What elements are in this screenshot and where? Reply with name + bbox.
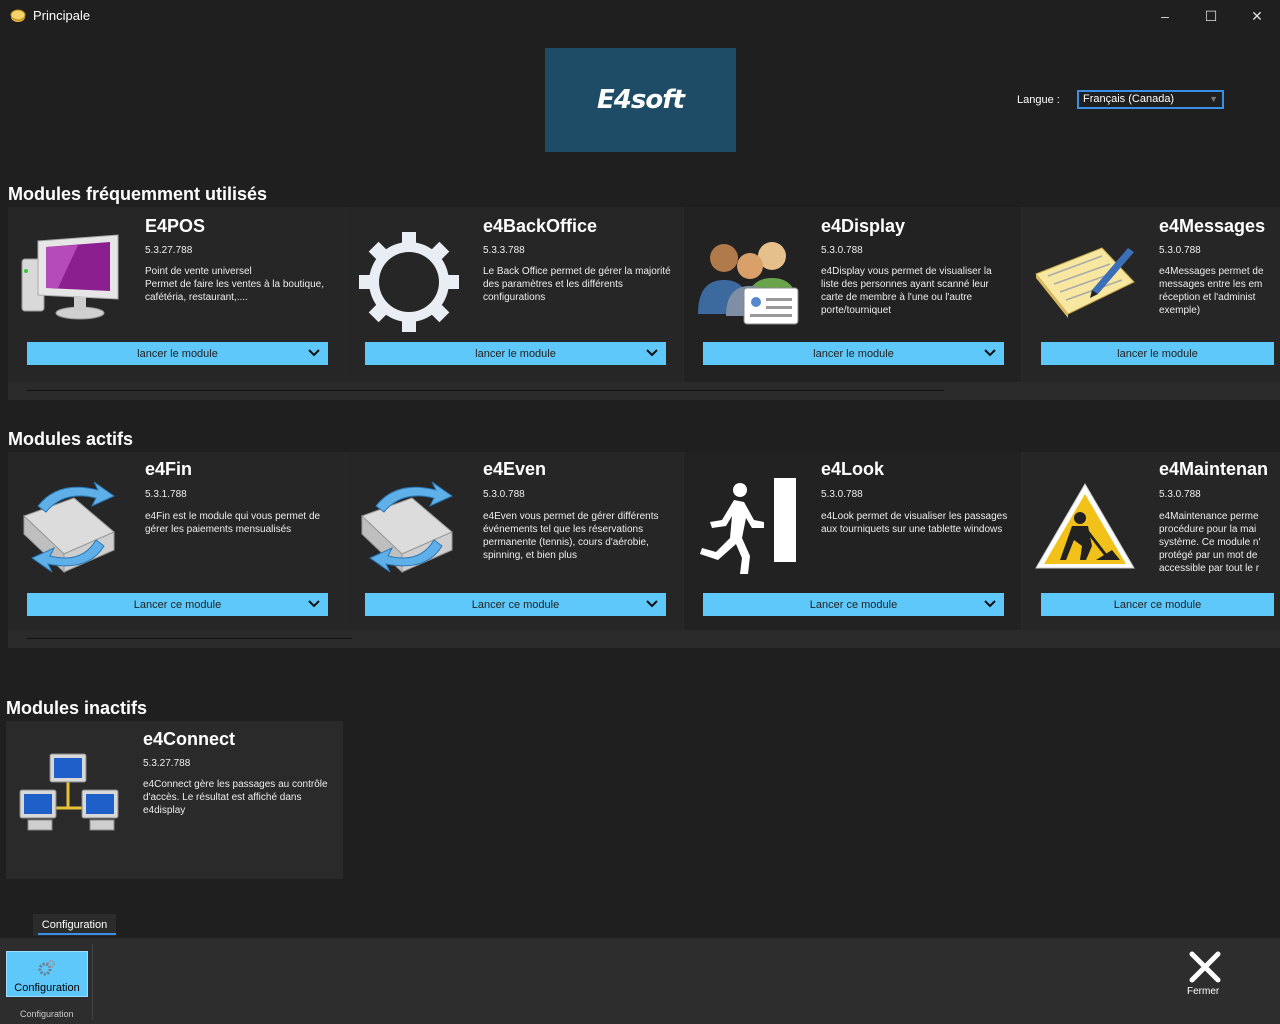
close-icon: ✕ [1251, 7, 1263, 24]
chevron-down-icon [984, 597, 996, 612]
ribbon-panel [0, 938, 1280, 1024]
launch-module-label: Lancer ce module [809, 598, 898, 611]
module-version: 5.3.27.788 [145, 245, 193, 256]
minimize-icon: – [1161, 8, 1169, 24]
section-title-inactive: Modules inactifs [6, 698, 148, 718]
launch-module-button[interactable]: lancer le module [27, 342, 328, 365]
launch-module-button[interactable]: Lancer ce module [1041, 593, 1274, 616]
module-version: 5.3.0.788 [1159, 489, 1201, 500]
chevron-down-icon [308, 346, 320, 361]
module-version: 5.3.0.788 [483, 489, 525, 500]
chevron-down-icon: ▼ [1209, 94, 1218, 104]
notepad-icon [1032, 238, 1138, 322]
configuration-button[interactable]: Configuration [6, 951, 88, 997]
scrollbar-track[interactable] [27, 390, 944, 391]
module-description: e4Fin est le module qui vous permet de g… [145, 511, 321, 535]
app-icon [10, 8, 26, 24]
section-title-frequent: Modules fréquemment utilisés [8, 184, 268, 204]
launch-module-label: lancer le module [137, 347, 218, 360]
chevron-down-icon [646, 597, 658, 612]
monitor-icon [18, 233, 124, 325]
chevron-down-icon [646, 346, 658, 361]
module-description: e4Connect gère les passages au contrôle … [143, 779, 328, 816]
ribbon-group-label: Configuration [20, 1009, 74, 1019]
launch-module-label: Lancer ce module [133, 598, 222, 611]
language-label: Langue : [1017, 94, 1060, 106]
close-icon [1188, 950, 1222, 989]
title-bar [0, 0, 1280, 32]
mail-sync-icon [356, 476, 462, 576]
tab-configuration-label: Configuration [41, 919, 108, 931]
module-description: e4Even vous permet de gérer différents é… [483, 511, 659, 561]
module-description: Le Back Office permet de gérer la majori… [483, 266, 671, 303]
launch-module-label: lancer le module [475, 347, 556, 360]
language-select[interactable]: Français (Canada) ▼ [1077, 90, 1224, 109]
module-description: e4Look permet de visualiser les passages… [821, 511, 1008, 535]
module-version: 5.3.1.788 [145, 489, 187, 500]
company-logo: E4soft [545, 48, 736, 152]
configuration-button-label: Configuration [14, 982, 80, 994]
launch-module-label: Lancer ce module [1113, 598, 1202, 611]
module-title: e4Connect [143, 729, 236, 749]
logo-text: E4soft [597, 85, 685, 115]
module-description: e4Messages permet de messages entre les … [1159, 266, 1264, 316]
module-version: 5.3.27.788 [143, 758, 191, 769]
tab-configuration[interactable]: Configuration [33, 914, 116, 936]
tab-underline [38, 933, 116, 935]
section-title-active: Modules actifs [8, 429, 134, 449]
launch-module-button[interactable]: Lancer ce module [27, 593, 328, 616]
module-title: e4Even [483, 459, 547, 479]
gear-icon [358, 232, 460, 332]
module-title: e4Fin [145, 459, 193, 479]
launch-module-button[interactable]: lancer le module [365, 342, 666, 365]
launch-module-button[interactable]: Lancer ce module [365, 593, 666, 616]
module-title: e4Look [821, 459, 885, 479]
module-description: e4Maintenance perme procédure pour la ma… [1159, 511, 1261, 574]
module-title: e4BackOffice [483, 216, 598, 236]
chevron-down-icon [308, 597, 320, 612]
module-version: 5.3.3.788 [483, 245, 525, 256]
launch-module-button[interactable]: lancer le module [1041, 342, 1274, 365]
module-description: Point de vente universel Permet de faire… [145, 266, 324, 303]
module-title: e4Messages [1159, 216, 1266, 236]
maximize-icon: ☐ [1204, 7, 1218, 24]
module-version: 5.3.0.788 [1159, 245, 1201, 256]
minimize-button[interactable]: – [1142, 0, 1188, 32]
launch-module-label: Lancer ce module [471, 598, 560, 611]
people-icon [694, 236, 802, 326]
chevron-down-icon [984, 346, 996, 361]
window-title: Principale [33, 8, 91, 23]
scrollbar-track[interactable] [27, 638, 352, 639]
close-app-label[interactable]: Fermer [1187, 986, 1219, 997]
module-title: E4POS [145, 216, 206, 236]
launch-module-button[interactable]: Lancer ce module [703, 593, 1004, 616]
warning-worker-icon [1032, 480, 1138, 572]
exit-person-icon [696, 476, 800, 576]
module-title: e4Maintenan [1159, 459, 1269, 479]
module-version: 5.3.0.788 [821, 245, 863, 256]
language-value: Français (Canada) [1083, 93, 1175, 105]
ribbon-separator [92, 944, 93, 1020]
launch-module-label: lancer le module [813, 347, 894, 360]
launch-module-button[interactable]: lancer le module [703, 342, 1004, 365]
maximize-button[interactable]: ☐ [1188, 0, 1234, 32]
module-title: e4Display [821, 216, 906, 236]
close-window-button[interactable]: ✕ [1234, 0, 1280, 32]
launch-module-label: lancer le module [1117, 347, 1198, 360]
module-version: 5.3.0.788 [821, 489, 863, 500]
module-description: e4Display vous permet de visualiser la l… [821, 266, 992, 316]
mail-sync-icon [18, 476, 124, 576]
network-icon [16, 750, 122, 840]
gears-icon [7, 959, 87, 977]
